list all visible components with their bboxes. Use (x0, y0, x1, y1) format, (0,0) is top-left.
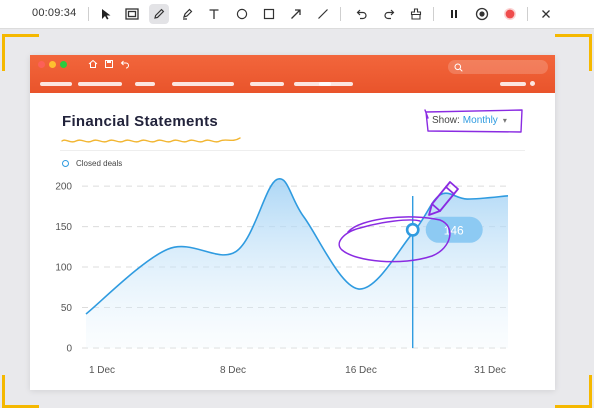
y-tick-label: 100 (55, 263, 72, 274)
chart-svg: 050100150200 1 Dec 8 Dec 16 Dec 31 Dec 146 (55, 109, 523, 376)
x-tick-label: 16 Dec (345, 365, 377, 376)
title-underline-scribble (61, 137, 241, 143)
hover-point[interactable] (405, 222, 420, 237)
y-tick-label: 0 (66, 344, 72, 355)
x-tick-label: 1 Dec (89, 365, 115, 376)
y-tick-label: 200 (55, 182, 72, 193)
x-tick-label: 31 Dec (474, 365, 506, 376)
dropdown-box-annotation (424, 109, 523, 133)
x-tick-label: 8 Dec (220, 365, 246, 376)
y-tick-label: 50 (61, 303, 73, 314)
y-tick-label: 150 (55, 222, 72, 233)
